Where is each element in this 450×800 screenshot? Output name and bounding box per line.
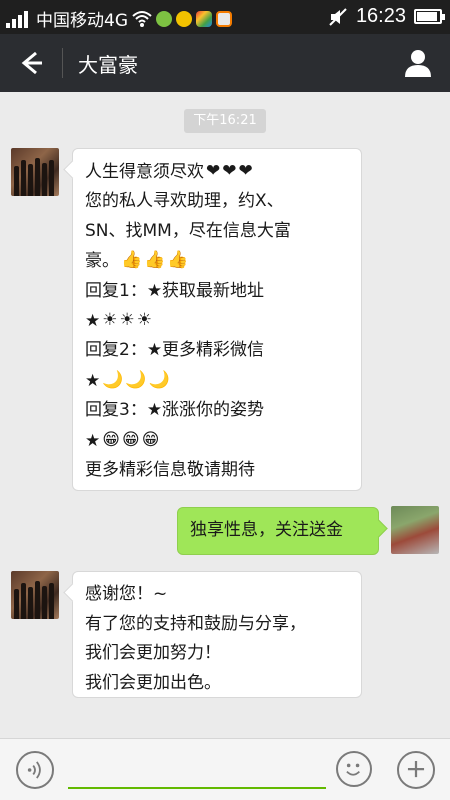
moon-icon: 🌙: [102, 369, 124, 390]
message-line: 豪。 👍 👍 👍: [85, 246, 349, 276]
app-icon: [216, 10, 232, 27]
battery-icon: [414, 9, 445, 24]
sender-avatar[interactable]: [11, 148, 59, 196]
message-bubble[interactable]: 独享性息，关注送金: [177, 507, 379, 555]
message-bubble[interactable]: 感谢您！~ 有了您的支持和鼓励与分享， 我们会更加努力！ 我们会更加出色。: [72, 571, 362, 698]
thumbs-up-icon: 👍: [144, 250, 166, 271]
message-line: ★ 😁 😁 😁: [85, 426, 349, 456]
person-icon[interactable]: [404, 48, 432, 78]
heart-icon: ❤: [222, 161, 237, 181]
title-bar: 大富豪: [0, 34, 450, 92]
status-bar: 中国移动4G 16:23: [0, 0, 450, 34]
message-line: 更多精彩信息敬请期待: [85, 459, 255, 480]
wifi-icon: [132, 10, 152, 27]
message-bubble[interactable]: 人生得意须尽欢 ❤ ❤ ❤ 您的私人寻欢助理，约X、 SN、找MM，尽在信息大富 豪。…: [72, 148, 362, 491]
app-icon: [176, 10, 192, 27]
sun-icon: ☀: [119, 310, 135, 330]
message-line: 您的私人寻欢助理，约X、: [85, 191, 284, 212]
message-input[interactable]: [68, 755, 326, 789]
signal-icon: [6, 10, 32, 28]
message-line: 回复3：★涨涨你的姿势: [85, 400, 265, 420]
message-line: 独享性息，关注送金: [190, 520, 343, 540]
message-line: 回复2：★更多精彩微信: [85, 340, 265, 361]
message-line: 人生得意须尽欢 ❤ ❤ ❤: [85, 157, 349, 187]
message-timestamp: 下午16:21: [184, 109, 266, 133]
back-arrow-icon[interactable]: [14, 48, 48, 78]
moon-icon: 🌙: [125, 369, 147, 390]
grin-icon: 😁: [102, 429, 120, 450]
message-line: 回复1：★获取最新地址: [85, 280, 265, 301]
message-line: 我们会更加努力！: [85, 643, 221, 663]
heart-icon: ❤: [238, 161, 253, 181]
clock: 16:23: [355, 5, 406, 27]
self-avatar[interactable]: [391, 506, 439, 554]
mute-icon: [329, 7, 347, 26]
thumbs-up-icon: 👍: [121, 250, 143, 271]
sender-avatar[interactable]: [11, 571, 59, 619]
grin-icon: 😁: [141, 429, 160, 450]
message-line: 感谢您！~: [85, 584, 168, 604]
moon-icon: 🌙: [148, 369, 170, 390]
chat-title: 大富豪: [78, 53, 138, 77]
sun-icon: ☀: [136, 310, 152, 330]
title-divider: [62, 48, 63, 78]
message-line: ★ 🌙 🌙 🌙: [85, 366, 349, 396]
message-line: 有了您的支持和鼓励与分享，: [85, 613, 306, 634]
thumbs-up-icon: 👍: [167, 250, 189, 271]
grin-icon: 😁: [121, 429, 140, 450]
emoji-icon[interactable]: [336, 751, 372, 787]
voice-icon[interactable]: [16, 751, 54, 789]
message-line: ★ ☀ ☀ ☀: [85, 306, 349, 336]
app-icon: [156, 10, 172, 27]
plus-icon[interactable]: [397, 751, 435, 789]
chat-area[interactable]: 下午16:21 人生得意须尽欢 ❤ ❤ ❤ 您的私人寻欢助理，约X、 SN、找MM，尽…: [0, 92, 450, 738]
carrier-label: 中国移动4G: [36, 11, 128, 31]
sun-icon: ☀: [102, 310, 118, 330]
message-line: SN、找MM，尽在信息大富: [85, 220, 291, 241]
heart-icon: ❤: [206, 161, 221, 181]
message-line: 我们会更加出色。: [85, 672, 221, 693]
app-icon: [196, 10, 212, 27]
input-bar: [0, 738, 450, 800]
